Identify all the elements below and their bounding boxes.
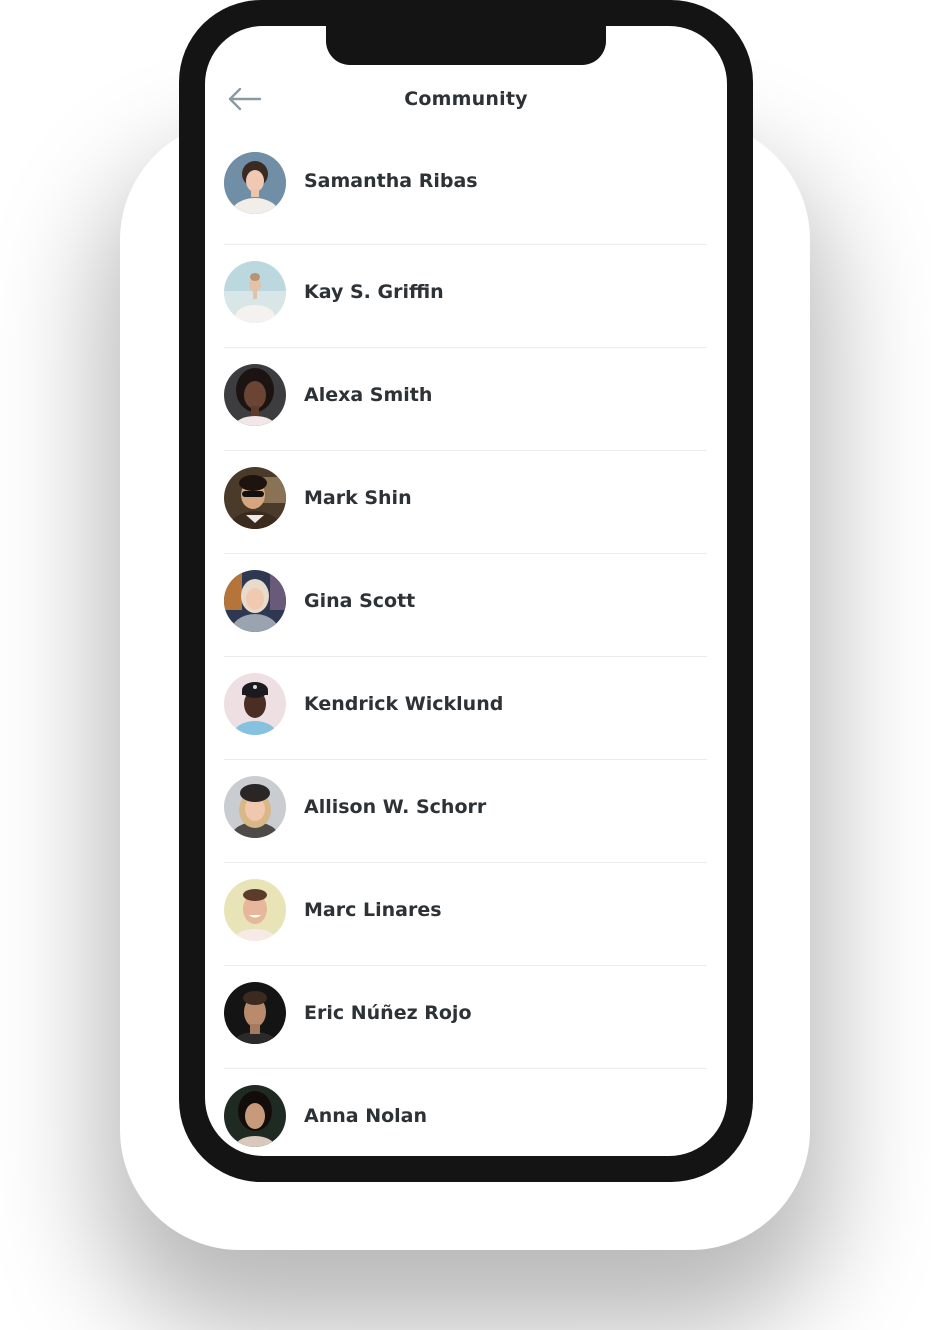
member-name: Samantha Ribas	[304, 170, 478, 192]
member-list: Samantha Ribas Kay S. Griffin Alexa Smit…	[224, 136, 707, 1156]
member-name: Allison W. Schorr	[304, 796, 487, 818]
member-row-allison-w-schorr[interactable]: Allison W. Schorr	[224, 760, 707, 863]
page-title: Community	[404, 88, 528, 110]
avatar	[224, 1085, 286, 1147]
member-row-eric-nunez-rojo[interactable]: Eric Núñez Rojo	[224, 966, 707, 1069]
member-name: Alexa Smith	[304, 384, 433, 406]
avatar	[224, 570, 286, 632]
member-name: Eric Núñez Rojo	[304, 1002, 472, 1024]
member-row-marc-linares[interactable]: Marc Linares	[224, 863, 707, 966]
member-name: Kay S. Griffin	[304, 281, 444, 303]
member-row-anna-nolan[interactable]: Anna Nolan	[224, 1069, 707, 1156]
avatar	[224, 467, 286, 529]
phone-frame: Community Samantha Ribas Kay S. Griffin …	[179, 0, 753, 1182]
member-row-alexa-smith[interactable]: Alexa Smith	[224, 348, 707, 451]
phone-screen: Community Samantha Ribas Kay S. Griffin …	[205, 26, 727, 1156]
avatar	[224, 673, 286, 735]
member-name: Anna Nolan	[304, 1105, 428, 1127]
member-name: Mark Shin	[304, 487, 412, 509]
stage: Community Samantha Ribas Kay S. Griffin …	[0, 0, 931, 1330]
avatar	[224, 152, 286, 214]
avatar	[224, 776, 286, 838]
member-row-mark-shin[interactable]: Mark Shin	[224, 451, 707, 554]
member-row-kay-s-griffin[interactable]: Kay S. Griffin	[224, 245, 707, 348]
avatar	[224, 982, 286, 1044]
member-name: Gina Scott	[304, 590, 416, 612]
member-row-gina-scott[interactable]: Gina Scott	[224, 554, 707, 657]
member-row-samantha-ribas[interactable]: Samantha Ribas	[224, 136, 707, 245]
member-name: Marc Linares	[304, 899, 442, 921]
member-name: Kendrick Wicklund	[304, 693, 504, 715]
device-notch	[326, 26, 606, 65]
avatar	[224, 879, 286, 941]
avatar	[224, 364, 286, 426]
member-row-kendrick-wicklund[interactable]: Kendrick Wicklund	[224, 657, 707, 760]
avatar	[224, 261, 286, 323]
